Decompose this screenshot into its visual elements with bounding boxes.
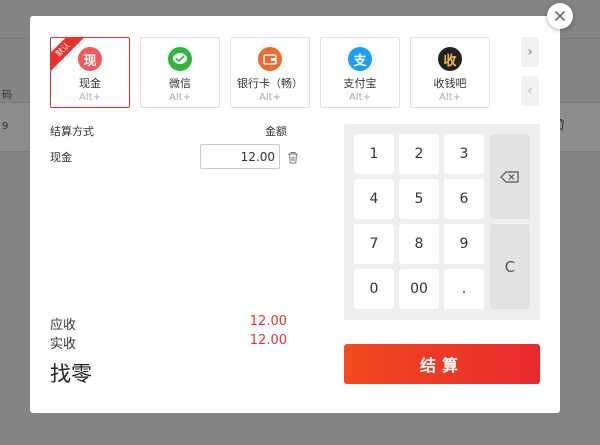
key-9[interactable]: 9 bbox=[444, 224, 484, 264]
key-3[interactable]: 3 bbox=[444, 134, 484, 174]
received-label: 实收 bbox=[50, 337, 77, 352]
payment-method-label: 支付宝 bbox=[343, 77, 377, 90]
payment-method-alipay[interactable]: 支 支付宝 Alt+ bbox=[320, 37, 400, 108]
prev-arrow-icon[interactable]: ‹ bbox=[521, 76, 539, 106]
number-keypad: 1 2 3 4 5 6 7 8 9 0 00 . C bbox=[344, 124, 540, 320]
key-7[interactable]: 7 bbox=[354, 224, 394, 264]
column-header-amount: 金额 bbox=[265, 125, 287, 138]
key-00[interactable]: 00 bbox=[399, 269, 439, 309]
next-arrow-icon[interactable]: › bbox=[521, 37, 539, 67]
payment-method-hotkey: Alt+ bbox=[169, 92, 191, 103]
payment-row-method: 现金 bbox=[50, 151, 72, 164]
backspace-button[interactable] bbox=[490, 134, 530, 219]
payment-method-label: 收钱吧 bbox=[433, 77, 467, 90]
backspace-icon bbox=[500, 170, 519, 183]
shouqianba-icon: 收 bbox=[438, 47, 462, 71]
wechat-icon bbox=[168, 47, 192, 71]
clear-button[interactable]: C bbox=[490, 224, 530, 309]
change-label: 找零 bbox=[50, 362, 92, 386]
alipay-icon: 支 bbox=[348, 47, 372, 71]
key-dot[interactable]: . bbox=[444, 269, 484, 309]
payment-method-label: 银行卡（畅） bbox=[237, 77, 303, 90]
bank-card-icon bbox=[258, 47, 282, 71]
key-5[interactable]: 5 bbox=[399, 179, 439, 219]
delete-row-icon[interactable] bbox=[287, 151, 299, 164]
key-4[interactable]: 4 bbox=[354, 179, 394, 219]
payment-amount-input[interactable] bbox=[200, 144, 280, 169]
settle-button[interactable]: 结算 bbox=[344, 344, 540, 384]
payment-method-bank-card[interactable]: 银行卡（畅） Alt+ bbox=[230, 37, 310, 108]
payment-method-shouqianba[interactable]: 收 收钱吧 Alt+ bbox=[410, 37, 490, 108]
received-value: 12.00 bbox=[249, 333, 287, 348]
key-2[interactable]: 2 bbox=[399, 134, 439, 174]
key-6[interactable]: 6 bbox=[444, 179, 484, 219]
payment-method-hotkey: Alt+ bbox=[349, 92, 371, 103]
payment-method-label: 现金 bbox=[79, 77, 101, 90]
payment-method-label: 微信 bbox=[169, 77, 191, 90]
receivable-label: 应收 bbox=[50, 318, 77, 333]
column-header-method: 结算方式 bbox=[50, 125, 94, 138]
key-8[interactable]: 8 bbox=[399, 224, 439, 264]
payment-method-list: 默认 现 现金 Alt+ 微信 Alt+ 银行卡（畅） Alt+ 支 支付宝 A… bbox=[50, 37, 500, 108]
payment-method-hotkey: Alt+ bbox=[259, 92, 281, 103]
close-button[interactable] bbox=[547, 3, 573, 29]
payment-method-cash[interactable]: 默认 现 现金 Alt+ bbox=[50, 37, 130, 108]
payment-method-hotkey: Alt+ bbox=[79, 92, 101, 103]
cash-icon: 现 bbox=[78, 47, 102, 71]
checkout-dialog: 默认 现 现金 Alt+ 微信 Alt+ 银行卡（畅） Alt+ 支 支付宝 A… bbox=[30, 16, 560, 413]
key-1[interactable]: 1 bbox=[354, 134, 394, 174]
close-icon bbox=[554, 10, 566, 22]
key-0[interactable]: 0 bbox=[354, 269, 394, 309]
payment-method-wechat[interactable]: 微信 Alt+ bbox=[140, 37, 220, 108]
receivable-value: 12.00 bbox=[249, 314, 287, 329]
payment-method-hotkey: Alt+ bbox=[439, 92, 461, 103]
